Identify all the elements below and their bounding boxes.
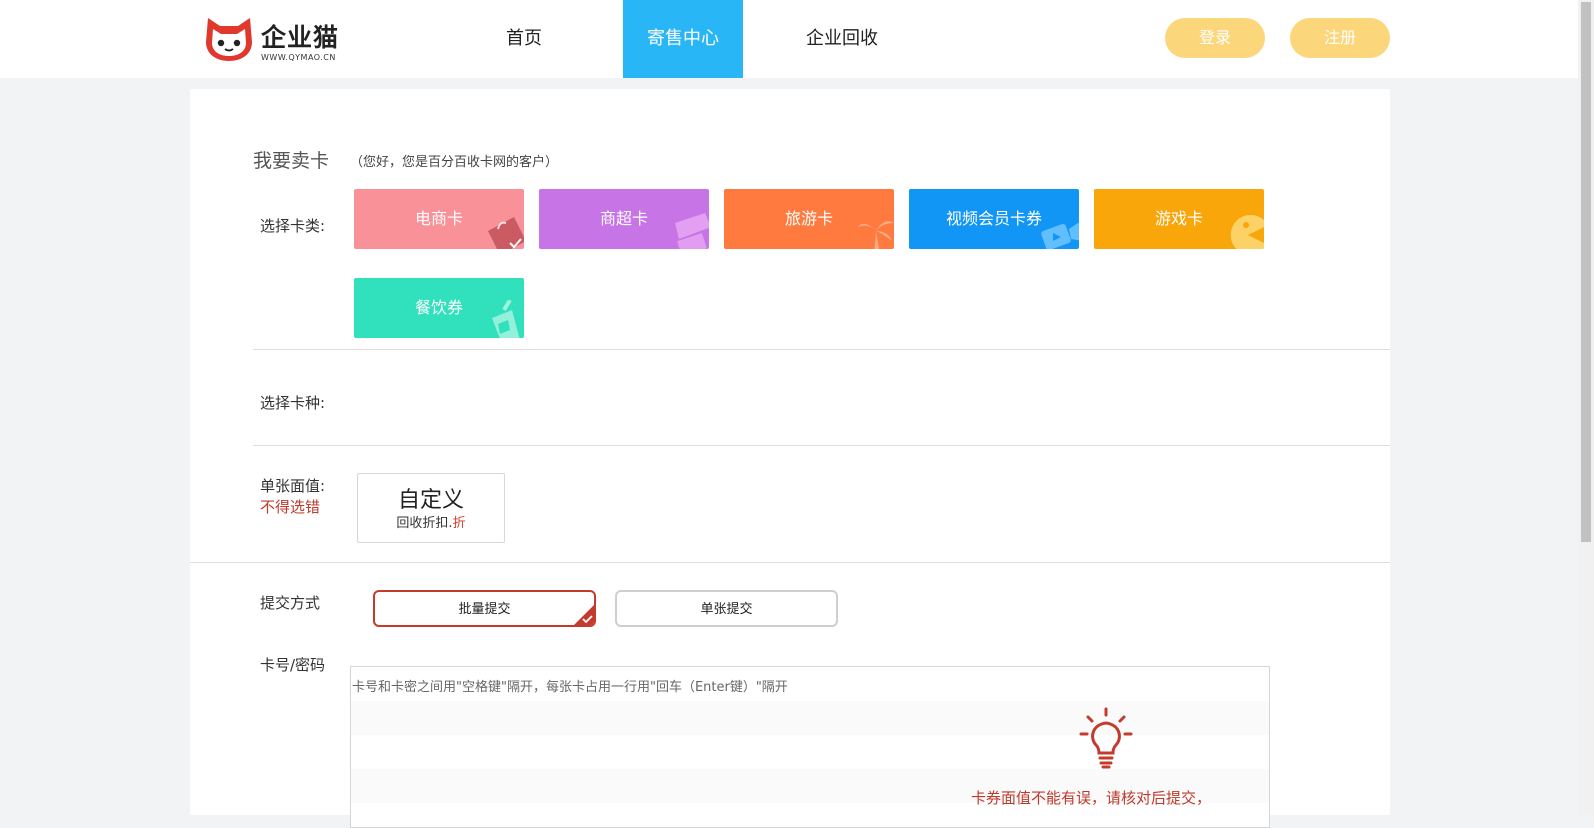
card-type-dining[interactable]: 餐饮券: [354, 278, 524, 338]
card-code-textarea[interactable]: 卡号和卡密之间用"空格键"隔开，每张卡占用一行用"回车（Enter键）"隔开 卡…: [350, 666, 1270, 828]
site-logo[interactable]: 企业猫 WWW.QYMAO.CN: [204, 16, 354, 66]
video-camera-icon: [1041, 222, 1079, 249]
pacman-icon: [1230, 215, 1264, 249]
card-code-label: 卡号/密码: [260, 656, 326, 674]
value-notice: 卡券面值不能有误，请核对后提交，: [971, 789, 1212, 807]
recycle-discount: 回收折扣.折: [358, 512, 504, 531]
card-type-supermarket[interactable]: 商超卡: [539, 189, 709, 249]
nav-home[interactable]: 首页: [482, 0, 566, 78]
card-kind-label: 选择卡种:: [260, 394, 326, 412]
card-type-video-membership[interactable]: 视频会员卡券: [909, 189, 1079, 249]
card-type-label-dining: 餐饮券: [414, 298, 463, 317]
section-subtitle: （您好，您是百分百收卡网的客户）: [350, 155, 559, 170]
sell-card-panel: 我要卖卡 （您好，您是百分百收卡网的客户） 选择卡类: 电商卡 商超卡 旅游卡 …: [190, 89, 1390, 828]
card-type-label-supermarket: 商超卡: [599, 209, 648, 228]
divider: [253, 349, 1390, 350]
site-header: 企业猫 WWW.QYMAO.CN 首页 寄售中心 企业回收 登录 注册: [0, 0, 1578, 78]
register-button[interactable]: 注册: [1290, 18, 1390, 58]
single-submit-option[interactable]: 单张提交: [615, 590, 838, 627]
storefront-icon: [675, 213, 709, 249]
cup-icon: [492, 300, 520, 338]
card-type-travel[interactable]: 旅游卡: [724, 189, 894, 249]
denomination-custom-option[interactable]: 自定义 回收折扣.折: [357, 473, 505, 543]
page-scrollbar[interactable]: [1578, 0, 1594, 815]
palm-tree-icon: [858, 221, 894, 249]
denomination-custom-title: 自定义: [397, 488, 464, 513]
card-type-ecommerce[interactable]: 电商卡: [354, 189, 524, 249]
divider: [190, 562, 1390, 563]
shopping-bag-icon: [488, 217, 524, 249]
nav-consignment-center[interactable]: 寄售中心: [623, 0, 743, 78]
card-type-label-travel: 旅游卡: [784, 209, 833, 228]
login-button[interactable]: 登录: [1165, 18, 1265, 58]
submit-method-label: 提交方式: [260, 594, 321, 612]
section-title: 我要卖卡: [253, 150, 330, 172]
scrollbar-thumb[interactable]: [1581, 2, 1591, 542]
batch-submit-option[interactable]: 批量提交: [373, 590, 596, 627]
batch-submit-label: 批量提交: [458, 602, 511, 617]
logo-text: 企业猫: [261, 23, 340, 52]
cat-logo-icon: [206, 18, 252, 61]
lightbulb-icon: [1079, 707, 1133, 769]
card-code-placeholder: 卡号和卡密之间用"空格键"隔开，每张卡占用一行用"回车（Enter键）"隔开: [352, 680, 788, 695]
card-type-game[interactable]: 游戏卡: [1094, 189, 1264, 249]
recycle-discount-prefix: 回收折扣.: [396, 516, 453, 531]
denomination-label: 单张面值:: [260, 477, 326, 495]
card-type-label-video-membership: 视频会员卡券: [945, 209, 1042, 228]
denomination-warning: 不得选错: [260, 498, 321, 516]
recycle-discount-suffix: 折: [452, 516, 466, 531]
card-type-label: 选择卡类:: [260, 217, 326, 235]
card-type-label-ecommerce: 电商卡: [414, 209, 463, 228]
single-submit-label: 单张提交: [700, 602, 753, 617]
card-type-label-game: 游戏卡: [1154, 209, 1203, 228]
nav-enterprise-recycle[interactable]: 企业回收: [792, 0, 892, 78]
selected-check-icon: [574, 605, 594, 625]
divider: [253, 445, 1390, 446]
logo-url: WWW.QYMAO.CN: [261, 53, 336, 62]
